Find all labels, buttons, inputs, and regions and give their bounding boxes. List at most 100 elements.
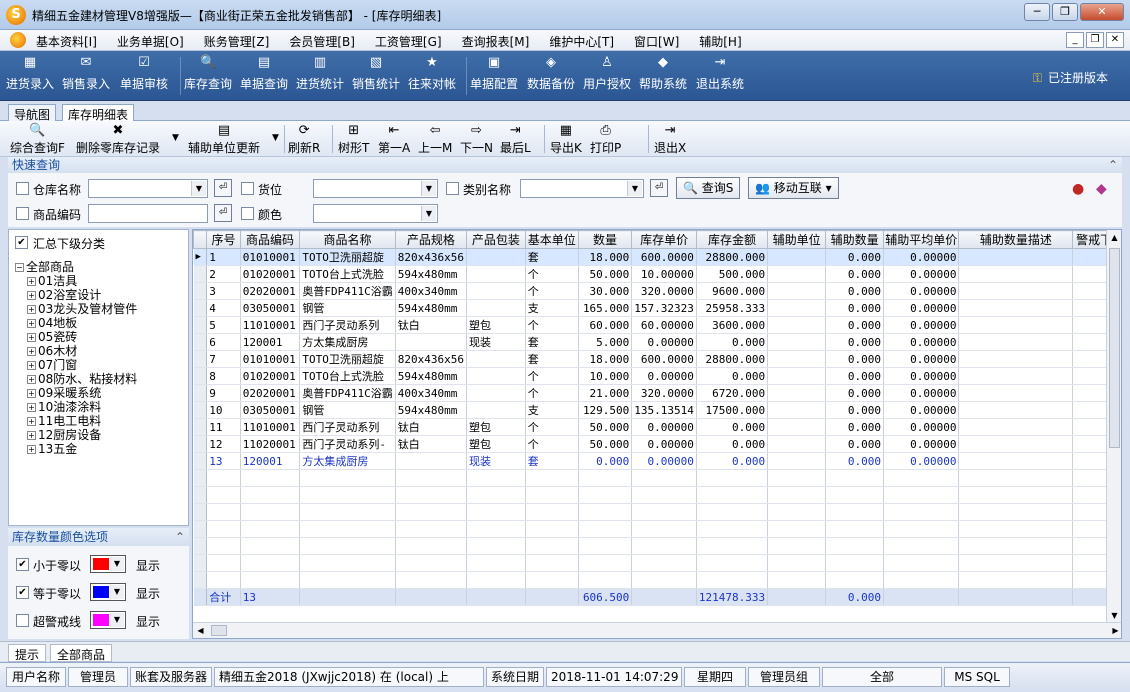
table-cell[interactable]: 28800.000 <box>696 248 769 266</box>
table-row[interactable]: ▶ 1 01010001 TOTO卫洗丽超旋 820x436x56 套 18.000 600.… <box>193 248 1121 266</box>
table-cell[interactable]: 钢管 <box>299 299 396 317</box>
category-select[interactable]: ▼ <box>520 179 644 198</box>
table-cell[interactable] <box>466 350 526 368</box>
product-code-input[interactable] <box>88 204 208 223</box>
table-cell[interactable]: 400x340mm <box>395 282 467 300</box>
toolbar-button-10[interactable]: ♙ 用户授权 <box>583 55 631 92</box>
table-cell[interactable]: 0.00000 <box>883 248 960 266</box>
table-cell[interactable]: 18.000 <box>578 248 633 266</box>
category-checkbox[interactable] <box>446 182 459 195</box>
table-cell[interactable]: 西门子灵动系列- <box>299 435 396 453</box>
column-header[interactable]: 库存单价 <box>631 230 697 249</box>
table-cell[interactable]: 套 <box>525 350 579 368</box>
table-cell[interactable]: 钢管 <box>299 401 396 419</box>
menu-item-8[interactable]: 辅助[H] <box>699 33 741 50</box>
table-cell[interactable]: 60.00000 <box>631 316 697 334</box>
table-cell[interactable] <box>767 384 827 402</box>
table-cell[interactable]: 02020001 <box>240 282 301 300</box>
mdi-restore-icon[interactable]: ❐ <box>1086 32 1104 48</box>
table-row[interactable]: 8 01020001 TOTO台上式洗脸 594x480mm 个 10.000 0.0000… <box>193 367 1121 385</box>
table-cell[interactable] <box>958 435 1074 453</box>
table-cell[interactable]: 320.0000 <box>631 384 697 402</box>
warehouse-select[interactable]: ▼ <box>88 179 208 198</box>
table-cell[interactable]: 17500.000 <box>696 401 769 419</box>
table-cell[interactable]: 方太集成厨房 <box>299 452 396 470</box>
color-picker[interactable]: ▼ <box>90 583 126 601</box>
column-header[interactable]: 辅助数量描述 <box>958 230 1074 249</box>
table-row[interactable]: 13 120001 方太集成厨房 现装套 0.000 0.00000 0.000 0.000 0… <box>193 452 1121 470</box>
table-cell[interactable]: 个 <box>525 418 579 436</box>
collapse-icon[interactable]: ⌃ <box>175 528 185 546</box>
expand-box-icon[interactable]: + <box>27 361 36 370</box>
table-cell[interactable] <box>466 248 526 266</box>
menu-item-4[interactable]: 工资管理[G] <box>375 33 442 50</box>
report-toolbar-button-11[interactable]: ⇥ 退出X <box>654 123 686 156</box>
expand-box-icon[interactable]: + <box>27 291 36 300</box>
table-cell[interactable]: 0.00000 <box>883 367 960 385</box>
table-cell[interactable]: 方太集成厨房 <box>299 333 396 351</box>
table-cell[interactable]: 820x436x56 <box>395 350 467 368</box>
horizontal-scrollbar[interactable]: ◀ ▶ <box>193 622 1121 638</box>
scroll-up-icon[interactable]: ▲ <box>1107 230 1121 245</box>
table-cell[interactable]: 奥普FDP411C浴霸 <box>299 282 396 300</box>
mdi-minimize-icon[interactable]: _ <box>1066 32 1084 48</box>
table-cell[interactable]: 13 <box>206 452 241 470</box>
report-toolbar-button-2[interactable]: ▤ 辅助单位更新 <box>188 123 260 156</box>
expand-box-icon[interactable]: + <box>27 333 36 342</box>
table-cell[interactable]: 0.000 <box>825 435 885 453</box>
table-cell[interactable] <box>767 418 827 436</box>
table-row[interactable]: 11 11010001 西门子灵动系列 钛白 塑包个 50.000 0.00000 0.000… <box>193 418 1121 436</box>
column-header[interactable]: 辅助平均单价 <box>883 230 960 249</box>
table-cell[interactable]: 个 <box>525 316 579 334</box>
menu-item-2[interactable]: 账务管理[Z] <box>204 33 270 50</box>
menu-app-icon[interactable] <box>10 32 26 48</box>
table-cell[interactable]: 21.000 <box>578 384 633 402</box>
table-cell[interactable]: 0.000 <box>825 350 885 368</box>
toolbar-button-8[interactable]: ▣ 单据配置 <box>470 55 518 92</box>
table-cell[interactable] <box>767 350 827 368</box>
table-cell[interactable]: 28800.000 <box>696 350 769 368</box>
table-cell[interactable]: 0.000 <box>825 367 885 385</box>
table-cell[interactable]: 129.500 <box>578 401 633 419</box>
warehouse-picker-button[interactable]: ⏎ <box>214 179 232 197</box>
table-cell[interactable]: 0.000 <box>825 333 885 351</box>
table-cell[interactable]: 1 <box>206 248 241 266</box>
column-header[interactable]: 产品规格 <box>394 230 467 249</box>
table-cell[interactable]: 套 <box>525 333 579 351</box>
column-header[interactable]: 商品编码 <box>239 230 301 249</box>
table-cell[interactable]: 塑包 <box>466 316 526 334</box>
expand-box-icon[interactable]: + <box>27 445 36 454</box>
tab-inventory-detail[interactable]: 库存明细表 <box>62 104 135 122</box>
table-cell[interactable]: 9 <box>206 384 241 402</box>
table-cell[interactable]: 钛白 <box>395 435 467 453</box>
report-toolbar-button-5[interactable]: ⇤ 第一A <box>378 123 410 156</box>
table-cell[interactable]: 157.32323 <box>631 299 697 317</box>
menu-item-0[interactable]: 基本资料[I] <box>36 33 97 50</box>
table-row[interactable]: 5 11010001 西门子灵动系列 钛白 塑包个 60.000 60.00000 3600.… <box>193 316 1121 334</box>
table-cell[interactable] <box>466 401 526 419</box>
table-cell[interactable] <box>767 299 827 317</box>
table-cell[interactable]: 6720.000 <box>696 384 769 402</box>
table-cell[interactable] <box>466 282 526 300</box>
column-header[interactable]: 数量 <box>577 230 633 249</box>
scroll-down-icon[interactable]: ▼ <box>1107 608 1121 623</box>
table-row[interactable]: 3 02020001 奥普FDP411C浴霸 400x340mm 个 30.000 320.… <box>193 282 1121 300</box>
report-toolbar-button-9[interactable]: ▦ 导出K <box>550 123 582 156</box>
book-icon[interactable]: ◆ <box>1096 181 1107 197</box>
color-option-checkbox[interactable]: ✔ <box>16 558 29 571</box>
toolbar-button-0[interactable]: ▦ 进货录入 <box>6 55 54 92</box>
column-header[interactable]: 辅助数量 <box>825 230 885 249</box>
table-cell[interactable]: 个 <box>525 435 579 453</box>
table-cell[interactable]: 0.00000 <box>883 333 960 351</box>
tree-item[interactable]: +07门窗 <box>15 358 137 372</box>
tree-item[interactable]: +04地板 <box>15 316 137 330</box>
table-cell[interactable]: 0.000 <box>825 452 885 470</box>
table-cell[interactable]: 0.00000 <box>883 384 960 402</box>
table-row[interactable]: 9 02020001 奥普FDP411C浴霸 400x340mm 个 21.000 320.… <box>193 384 1121 402</box>
toolbar-button-6[interactable]: ▧ 销售统计 <box>352 55 400 92</box>
table-cell[interactable]: 50.000 <box>578 418 633 436</box>
all-products-tab[interactable]: 全部商品 <box>50 644 113 662</box>
table-cell[interactable]: 0.000 <box>825 265 885 283</box>
table-cell[interactable] <box>767 316 827 334</box>
table-cell[interactable]: 9600.000 <box>696 282 769 300</box>
